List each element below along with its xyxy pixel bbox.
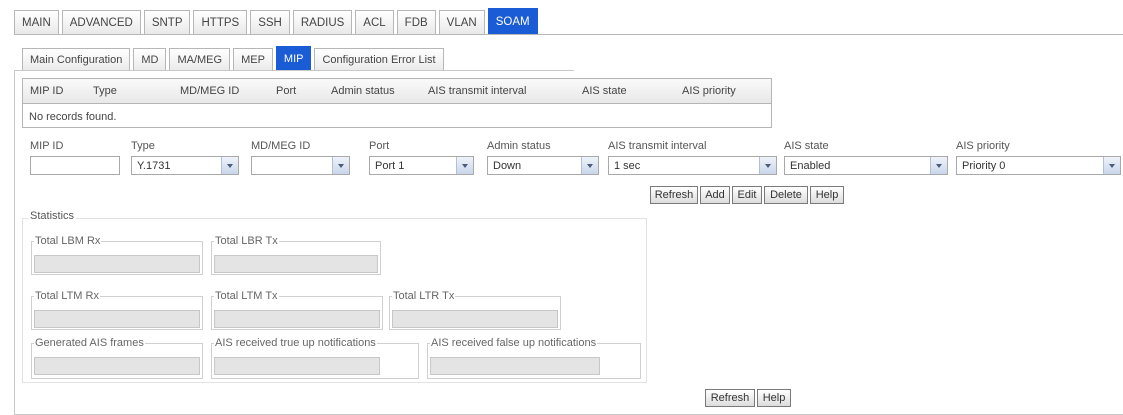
help-button[interactable]: Help bbox=[810, 186, 844, 204]
ais-true-up-field: AIS received true up notifications bbox=[211, 337, 419, 379]
subtab-ma-meg[interactable]: MA/MEG bbox=[169, 48, 231, 70]
column-header-ais-priority[interactable]: AIS priority bbox=[682, 85, 736, 97]
ais-false-up-label: AIS received false up notifications bbox=[430, 337, 598, 349]
total-ltr-tx-label: Total LTR Tx bbox=[392, 290, 456, 302]
mip-id-label: MIP ID bbox=[30, 140, 64, 152]
top-tab-rule bbox=[14, 34, 1123, 35]
total-lbm-rx-label: Total LBM Rx bbox=[34, 235, 102, 247]
ais-false-up-value bbox=[430, 357, 600, 375]
tab-vlan[interactable]: VLAN bbox=[438, 10, 485, 34]
chevron-down-icon bbox=[456, 157, 473, 174]
md-meg-id-select[interactable] bbox=[251, 156, 350, 175]
total-ltm-tx-value bbox=[214, 310, 380, 328]
ais-transmit-interval-value: 1 sec bbox=[614, 160, 641, 172]
subtab-md[interactable]: MD bbox=[133, 48, 167, 70]
port-select[interactable]: Port 1 bbox=[369, 156, 474, 175]
ais-priority-value: Priority 0 bbox=[962, 160, 1006, 172]
total-ltm-rx-label: Total LTM Rx bbox=[34, 290, 100, 302]
help-statistics-button[interactable]: Help bbox=[757, 389, 791, 407]
chevron-down-icon bbox=[221, 157, 238, 174]
type-label: Type bbox=[131, 140, 155, 152]
tab-fdb[interactable]: FDB bbox=[396, 10, 436, 34]
type-select[interactable]: Y.1731 bbox=[131, 156, 239, 175]
generated-ais-frames-field: Generated AIS frames bbox=[31, 337, 203, 379]
column-header-mip-id[interactable]: MIP ID bbox=[30, 85, 63, 97]
total-lbr-tx-field: Total LBR Tx bbox=[211, 235, 381, 275]
total-ltr-tx-value bbox=[392, 310, 558, 328]
mip-id-input[interactable] bbox=[30, 156, 120, 175]
admin-status-select[interactable]: Down bbox=[487, 156, 599, 175]
tab-soam[interactable]: SOAM bbox=[487, 8, 538, 34]
total-lbr-tx-label: Total LBR Tx bbox=[214, 235, 279, 247]
top-tab-bar: MAIN ADVANCED SNTP HTTPS SSH RADIUS ACL … bbox=[14, 8, 541, 34]
column-header-admin-status[interactable]: Admin status bbox=[331, 85, 395, 97]
tab-acl[interactable]: ACL bbox=[355, 10, 394, 34]
ais-priority-label: AIS priority bbox=[956, 140, 1010, 152]
chevron-down-icon bbox=[930, 157, 947, 174]
ais-state-select[interactable]: Enabled bbox=[784, 156, 948, 175]
statistics-legend: Statistics bbox=[28, 210, 77, 222]
ais-true-up-value bbox=[214, 357, 380, 375]
subtab-main-configuration[interactable]: Main Configuration bbox=[22, 48, 131, 70]
chevron-down-icon bbox=[332, 157, 349, 174]
ais-true-up-label: AIS received true up notifications bbox=[214, 337, 377, 349]
tab-sntp[interactable]: SNTP bbox=[143, 10, 191, 34]
total-lbm-rx-value bbox=[34, 255, 200, 273]
column-header-md-meg-id[interactable]: MD/MEG ID bbox=[180, 85, 239, 97]
tab-advanced[interactable]: ADVANCED bbox=[61, 10, 141, 34]
ais-transmit-interval-label: AIS transmit interval bbox=[608, 140, 707, 152]
subtab-mep[interactable]: MEP bbox=[233, 48, 273, 70]
tab-ssh[interactable]: SSH bbox=[250, 10, 290, 34]
subtab-configuration-error-list[interactable]: Configuration Error List bbox=[314, 48, 444, 70]
refresh-statistics-button[interactable]: Refresh bbox=[705, 389, 755, 407]
admin-status-label: Admin status bbox=[487, 140, 551, 152]
port-value: Port 1 bbox=[375, 160, 405, 172]
sub-tab-bar: Main Configuration MD MA/MEG MEP MIP Con… bbox=[22, 46, 447, 70]
admin-status-value: Down bbox=[493, 160, 522, 172]
subtab-mip[interactable]: MIP bbox=[275, 46, 312, 70]
total-ltm-rx-field: Total LTM Rx bbox=[31, 290, 203, 330]
column-header-type[interactable]: Type bbox=[93, 85, 117, 97]
ais-transmit-interval-select[interactable]: 1 sec bbox=[608, 156, 777, 175]
chevron-down-icon bbox=[581, 157, 598, 174]
add-button[interactable]: Add bbox=[700, 186, 730, 204]
tab-main[interactable]: MAIN bbox=[14, 10, 59, 34]
port-label: Port bbox=[369, 140, 390, 152]
total-lbm-rx-field: Total LBM Rx bbox=[31, 235, 203, 275]
column-header-ais-state[interactable]: AIS state bbox=[582, 85, 627, 97]
edit-button[interactable]: Edit bbox=[732, 186, 762, 204]
tab-https[interactable]: HTTPS bbox=[193, 10, 248, 34]
column-header-port[interactable]: Port bbox=[276, 85, 296, 97]
tab-radius[interactable]: RADIUS bbox=[292, 10, 353, 34]
total-lbr-tx-value bbox=[214, 255, 378, 273]
generated-ais-frames-label: Generated AIS frames bbox=[34, 337, 145, 349]
md-meg-id-label: MD/MEG ID bbox=[251, 140, 311, 152]
ais-state-label: AIS state bbox=[784, 140, 829, 152]
generated-ais-frames-value bbox=[34, 357, 200, 375]
ais-false-up-field: AIS received false up notifications bbox=[427, 337, 641, 379]
empty-records-message: No records found. bbox=[29, 111, 117, 123]
chevron-down-icon bbox=[1103, 157, 1120, 174]
delete-button[interactable]: Delete bbox=[764, 186, 808, 204]
total-ltm-rx-value bbox=[34, 310, 200, 328]
total-ltr-tx-field: Total LTR Tx bbox=[389, 290, 561, 330]
content-panel-rule bbox=[14, 70, 574, 71]
type-value: Y.1731 bbox=[137, 160, 171, 172]
chevron-down-icon bbox=[759, 157, 776, 174]
total-ltm-tx-field: Total LTM Tx bbox=[211, 290, 383, 330]
mip-records-table: MIP ID Type MD/MEG ID Port Admin status … bbox=[22, 78, 772, 128]
column-header-ais-transmit-interval[interactable]: AIS transmit interval bbox=[428, 85, 526, 97]
total-ltm-tx-label: Total LTM Tx bbox=[214, 290, 279, 302]
refresh-button[interactable]: Refresh bbox=[650, 186, 698, 204]
table-header: MIP ID Type MD/MEG ID Port Admin status … bbox=[23, 79, 771, 104]
ais-priority-select[interactable]: Priority 0 bbox=[956, 156, 1121, 175]
ais-state-value: Enabled bbox=[790, 160, 831, 172]
